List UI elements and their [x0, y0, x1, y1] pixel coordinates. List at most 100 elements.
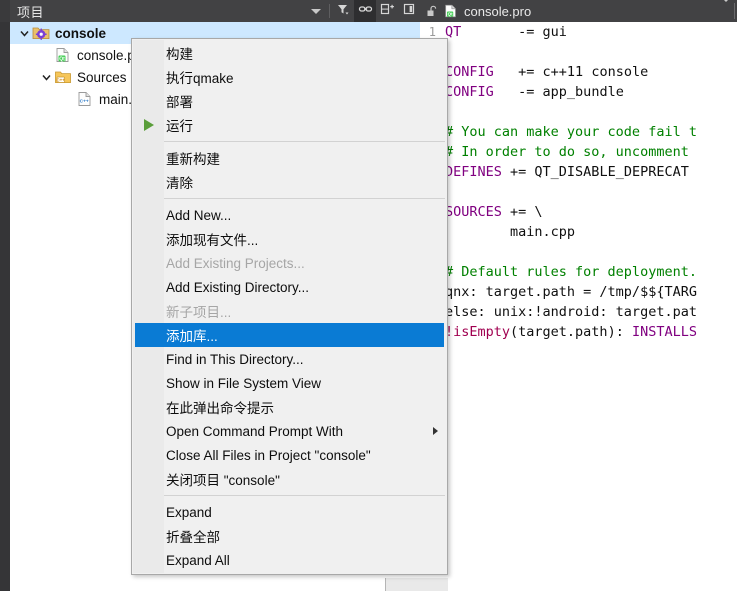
menu-item-label: Add Existing Directory... [166, 279, 310, 295]
menu-item: 新子项目... [132, 299, 447, 323]
code-line: !isEmpty(target.path): INSTALLS [420, 322, 697, 342]
tree-item-label: console [55, 25, 107, 41]
code-line: main.cpp [420, 222, 697, 242]
code-line: DEFINES += QT_DISABLE_DEPRECAT [420, 162, 697, 182]
code-token: (target.path): [510, 324, 632, 340]
menu-item[interactable]: Find in This Directory... [132, 347, 447, 371]
menu-separator [164, 141, 445, 142]
svg-text:Qt: Qt [59, 56, 65, 62]
code-line: # Default rules for deployment. [420, 262, 697, 282]
menu-item-label: 添加库... [166, 329, 218, 344]
panel-dropdown-button[interactable] [305, 0, 327, 22]
tabbar-divider [734, 3, 735, 19]
code-line: CONFIG += c++11 console [420, 62, 697, 82]
tree-item-label: Sources [77, 69, 127, 85]
code-line: # You can make your code fail t [420, 122, 697, 142]
menu-item-label: 添加现有文件... [166, 233, 259, 248]
menu-item-label: Open Command Prompt With [166, 423, 344, 439]
qt-pro-file-icon: Qt [443, 3, 459, 19]
editor-tab-dropdown-button[interactable] [721, 0, 731, 20]
code-token: CONFIG [445, 84, 494, 100]
toolbar-divider [329, 4, 330, 18]
unlock-icon[interactable] [425, 4, 439, 18]
menu-item[interactable]: 添加现有文件... [132, 227, 447, 251]
menu-item[interactable]: Show in File System View [132, 371, 447, 395]
menu-separator [164, 198, 445, 199]
code-token: INSTALLS [631, 324, 697, 340]
context-menu-items: 构建执行qmake 部署运行重新构建清除 Add New... 添加现有文件... Ad… [132, 41, 447, 572]
code-line: # In order to do so, uncomment [420, 142, 697, 162]
menu-item-label: 清除 [166, 176, 193, 191]
project-context-menu[interactable]: 构建执行qmake 部署运行重新构建清除 Add New... 添加现有文件... Ad… [131, 38, 448, 575]
menu-item[interactable]: 运行 [132, 113, 447, 137]
menu-item-label: Add New... [166, 207, 232, 223]
code-line: 1 QT -= gui [420, 22, 697, 42]
menu-item-label: Add Existing Projects... [166, 255, 305, 271]
menu-item-label: 关闭项目 "console" [166, 473, 280, 488]
sync-with-editor-button[interactable] [354, 0, 376, 22]
menu-item[interactable]: 添加库... [135, 323, 444, 347]
menu-item[interactable]: 构建 [132, 41, 447, 65]
code-token: DEFINES [445, 164, 502, 180]
menu-item-label: 构建 [166, 47, 193, 62]
menu-item: Add Existing Projects... [132, 251, 447, 275]
menu-item[interactable]: 关闭项目 "console" [132, 467, 447, 491]
filter-button[interactable] [332, 0, 354, 22]
code-token: -= app_bundle [493, 84, 624, 100]
menu-item[interactable]: Add New... [132, 203, 447, 227]
menu-item-label: Expand All [166, 552, 230, 568]
qt-pro-file-icon: Qt [54, 47, 72, 63]
menu-item[interactable]: Expand All [132, 548, 447, 572]
menu-item-label: 重新构建 [166, 152, 220, 167]
code-token: -= gui [461, 24, 567, 40]
menu-item-label: 折叠全部 [166, 530, 220, 545]
code-token: !isEmpty [445, 324, 511, 340]
code-token: # You can make your code fail t [445, 124, 697, 140]
code-token: else: unix:!android: target.pat [445, 304, 697, 320]
menu-item-label: 部署 [166, 95, 193, 110]
menu-item[interactable]: 重新构建 [132, 146, 447, 170]
menu-item[interactable]: 执行qmake [132, 65, 447, 89]
menu-item-label: Show in File System View [166, 375, 322, 391]
menu-item[interactable]: 折叠全部 [132, 524, 447, 548]
menu-item[interactable]: Add Existing Directory... [132, 275, 447, 299]
editor-tabbar: Qt console.pro [420, 0, 737, 22]
qt-project-icon [32, 25, 50, 41]
menu-item-label: 运行 [166, 119, 193, 134]
chevron-down-icon[interactable] [38, 72, 54, 83]
menu-item[interactable]: Open Command Prompt With [132, 419, 447, 443]
add-split-button[interactable] [376, 0, 398, 22]
menu-item[interactable]: Close All Files in Project "console" [132, 443, 447, 467]
editor-tab-label[interactable]: console.pro [464, 4, 531, 19]
code-editor[interactable]: 1 QT -= gui CONFIG += c++11 console CONFIG … [420, 22, 737, 591]
editor-panel: Qt console.pro 1 QT -= gui CONFIG += c++11… [420, 0, 737, 591]
code-token: # Default rules for deployment. [445, 264, 697, 280]
menu-item-label: 新子项目... [166, 305, 232, 320]
menu-item[interactable]: 部署 [132, 89, 447, 113]
menu-separator [164, 495, 445, 496]
menu-item[interactable]: 清除 [132, 170, 447, 194]
play-icon [140, 113, 158, 137]
qt-creator-window: 项目 console Qt console.pro C++ Sources C+… [0, 0, 737, 591]
code-line: qnx: target.path = /tmp/$${TARG [420, 282, 697, 302]
mode-strip-lower [0, 22, 10, 591]
svg-text:C++: C++ [80, 98, 89, 104]
svg-text:Qt: Qt [448, 12, 453, 17]
code-token: CONFIG [445, 64, 494, 80]
menu-item-label: Close All Files in Project "console" [166, 447, 371, 463]
menu-item[interactable]: Expand [132, 500, 447, 524]
svg-text:C++: C++ [56, 77, 65, 82]
code-token: # In order to do so, uncomment [445, 144, 689, 160]
menu-item[interactable]: 在此弹出命令提示 [132, 395, 447, 419]
chevron-down-icon [311, 8, 321, 14]
menu-item-label: 执行qmake [166, 71, 234, 86]
chevron-down-icon[interactable] [16, 28, 32, 39]
code-token: += c++11 console [493, 64, 649, 80]
project-panel-toolbar [305, 0, 420, 22]
code-line: SOURCES += \ [420, 202, 697, 222]
close-split-button[interactable] [398, 0, 420, 22]
menu-item-label: Find in This Directory... [166, 351, 304, 367]
